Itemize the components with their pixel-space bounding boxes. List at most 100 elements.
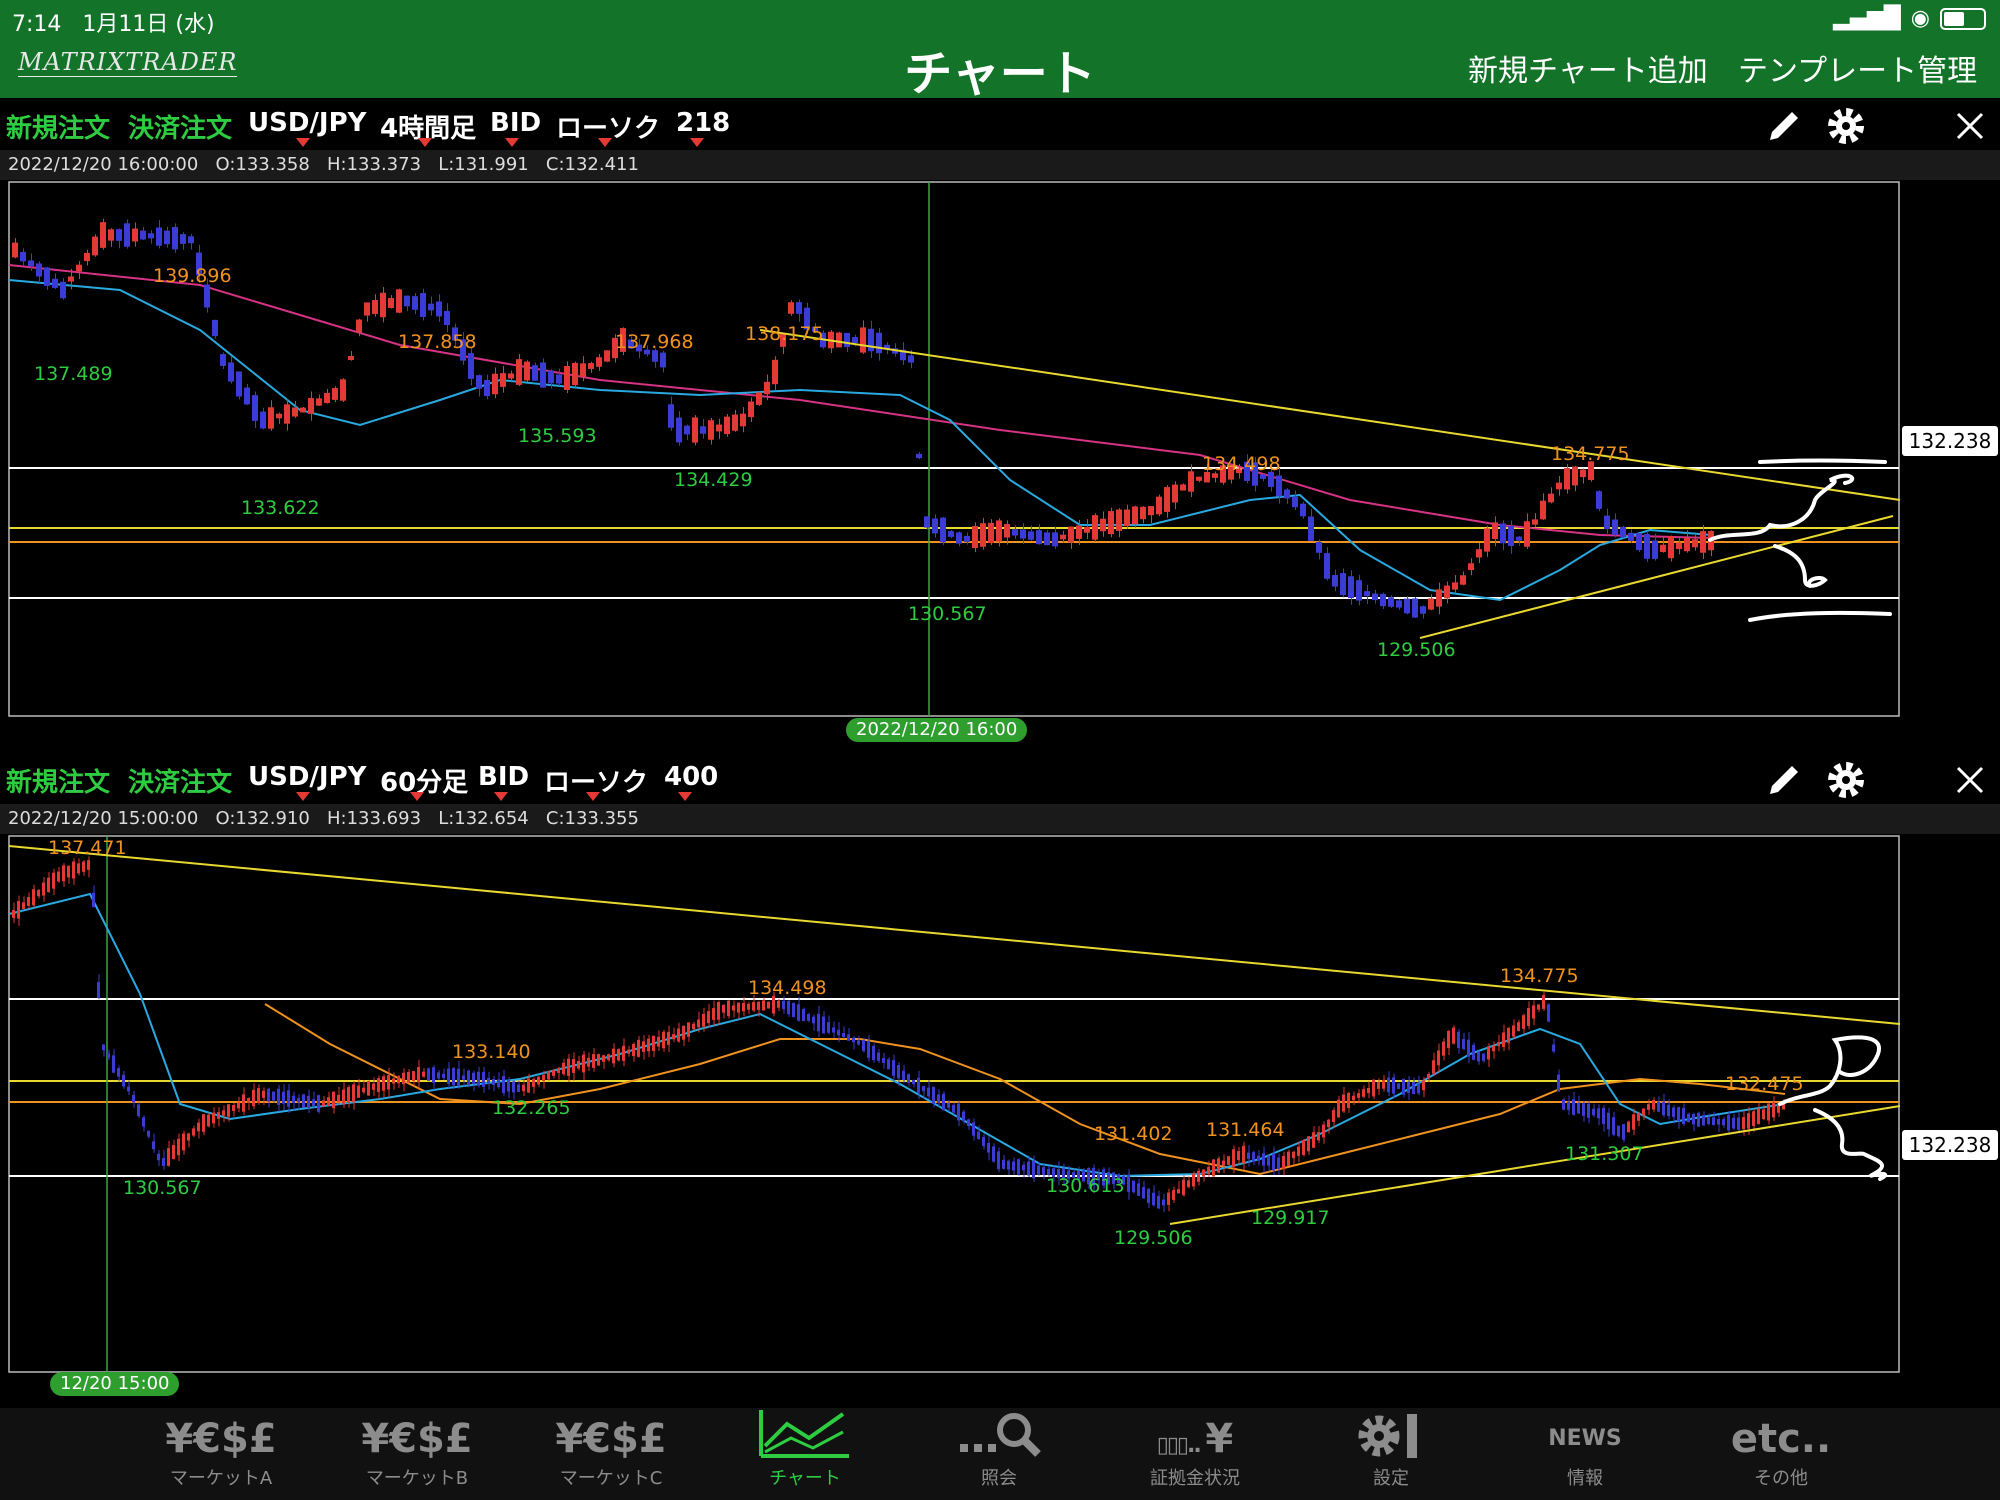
candle-body <box>937 1094 940 1103</box>
status-bar: 7:14 1月11日 (水) <box>12 6 229 38</box>
candle-body <box>352 1084 355 1103</box>
price-type-select[interactable]: BID <box>478 762 529 792</box>
candle-body <box>36 263 42 277</box>
swing-low-label: 130.567 <box>908 603 987 625</box>
candle-body <box>932 518 938 534</box>
candle-body <box>1477 1051 1480 1062</box>
candle-body <box>732 414 738 431</box>
candlestick-chart[interactable]: 137.471 130.567 133.140 132.265 134.498 131.4… <box>0 834 2000 1408</box>
nav-item-その他[interactable]: etc.. その他 <box>1706 1408 1856 1500</box>
candle-body <box>1662 1101 1665 1116</box>
candle-body <box>1342 1094 1345 1112</box>
candle-body <box>1076 525 1082 539</box>
swing-high-label: 134.498 <box>748 977 827 999</box>
candle-body <box>152 1141 155 1150</box>
close-order-button[interactable]: 決済注文 <box>128 762 232 799</box>
candle-body <box>300 407 306 413</box>
timeframe-select[interactable]: 60分足 <box>380 762 468 799</box>
candle-body <box>284 404 290 424</box>
candle-body <box>1537 1004 1540 1010</box>
candle-body <box>82 861 85 872</box>
candle-body <box>1567 1101 1570 1110</box>
nav-item-マーケットA[interactable]: ¥€$£ マーケットA <box>146 1408 296 1500</box>
nav-item-証拠金状況[interactable]: ▯▯▯.. ¥ 証拠金状況 <box>1120 1408 1270 1500</box>
candle-body <box>1300 503 1306 517</box>
current-price-tag: 132.238 <box>1902 426 1998 456</box>
candle-body <box>827 1022 830 1033</box>
candle-body <box>964 535 970 543</box>
close-icon[interactable] <box>1948 104 1992 148</box>
candle-body <box>1444 585 1450 599</box>
candlestick-chart[interactable]: 139.896 137.489 137.858 135.593 133.622 137.9… <box>0 180 2000 752</box>
candle-body <box>148 233 154 239</box>
candle-body <box>537 1076 540 1085</box>
nav-item-マーケットC[interactable]: ¥€$£ マーケットC <box>536 1408 686 1500</box>
nav-item-情報[interactable]: NEWS 情報 <box>1510 1408 1660 1500</box>
nav-item-設定[interactable]: 設定 <box>1316 1408 1466 1500</box>
candle-body <box>147 1130 150 1137</box>
candle-body <box>717 1002 720 1020</box>
candle-body <box>187 1133 190 1141</box>
pair-select[interactable]: USD/JPY <box>248 762 366 792</box>
candle-body <box>897 1065 900 1079</box>
add-chart-button[interactable]: 新規チャート追加 <box>1468 46 1708 90</box>
candle-body <box>108 229 114 241</box>
new-order-button[interactable]: 新規注文 <box>6 108 110 145</box>
nav-item-照会[interactable]: 照会 <box>924 1408 1074 1500</box>
candle-body <box>367 1081 370 1096</box>
candle-body <box>996 520 1002 542</box>
swing-high-label: 134.775 <box>1551 443 1630 465</box>
candle-body <box>1257 1155 1260 1161</box>
candle-body <box>1148 505 1154 516</box>
price-type-select[interactable]: BID <box>490 108 541 138</box>
candle-body <box>1437 1050 1440 1066</box>
bar-count-select[interactable]: 218 <box>676 108 730 138</box>
swing-low-label: 129.506 <box>1114 1227 1193 1249</box>
candle-body <box>668 404 674 428</box>
nav-item-マーケットB[interactable]: ¥€$£ マーケットB <box>342 1408 492 1500</box>
swing-low-label: 129.506 <box>1377 639 1456 661</box>
pencil-icon[interactable] <box>1762 104 1806 148</box>
new-order-button[interactable]: 新規注文 <box>6 762 110 799</box>
candle-body <box>1092 515 1098 540</box>
candle-body <box>162 1158 165 1166</box>
close-icon[interactable] <box>1948 758 1992 802</box>
candle-body <box>467 1070 470 1086</box>
candle-body <box>977 1131 980 1139</box>
candle-body <box>20 251 26 262</box>
candle-body <box>657 1036 660 1047</box>
candle-body <box>1407 1081 1410 1094</box>
candle-body <box>567 1058 570 1076</box>
candle-body <box>797 1004 800 1021</box>
nav-item-チャート[interactable]: チャート <box>730 1408 880 1500</box>
close-order-button[interactable]: 決済注文 <box>128 108 232 145</box>
candle-body <box>12 242 18 258</box>
status-time: 7:14 <box>12 12 62 37</box>
candle-body <box>852 1037 855 1043</box>
candle-body <box>992 1146 995 1162</box>
candle-body <box>1460 575 1466 585</box>
candle-body <box>177 1138 180 1156</box>
candle-body <box>1602 1108 1605 1124</box>
candle-body <box>1457 1031 1460 1049</box>
candle-body <box>1476 549 1482 558</box>
candle-body <box>396 289 402 313</box>
candle-body <box>764 381 770 395</box>
pair-select[interactable]: USD/JPY <box>248 108 366 138</box>
gear-icon[interactable] <box>1824 104 1868 148</box>
candle-body <box>787 1000 790 1015</box>
template-manage-button[interactable]: テンプレート管理 <box>1738 46 1977 90</box>
candle-body <box>1337 1099 1340 1118</box>
candle-body <box>1772 1102 1775 1118</box>
candle-body <box>1177 1189 1180 1194</box>
candle-body <box>402 1072 405 1085</box>
candle-body <box>1282 1155 1285 1170</box>
pencil-icon[interactable] <box>1762 758 1806 802</box>
candle-body <box>1164 487 1170 512</box>
candle-body <box>844 332 850 348</box>
bar-count-select[interactable]: 400 <box>664 762 718 792</box>
candle-body <box>192 1128 195 1136</box>
candle-body <box>127 1086 130 1092</box>
gear-icon[interactable] <box>1824 758 1868 802</box>
candle-body <box>842 1032 845 1038</box>
